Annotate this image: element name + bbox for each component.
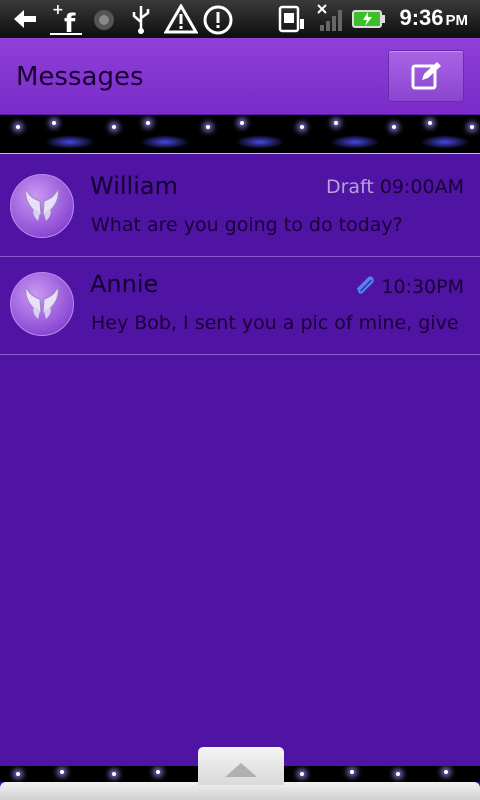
sparkle-glow — [140, 135, 190, 149]
usb-icon — [130, 4, 152, 38]
divider — [0, 153, 480, 154]
message-meta: 10:30PM — [353, 274, 464, 301]
app-header: Messages — [0, 38, 480, 115]
compose-icon — [411, 62, 441, 90]
sparkle-icon — [428, 121, 432, 125]
wings-icon — [25, 285, 59, 319]
contact-name: Annie — [90, 270, 159, 298]
status-bar: + f 9:36 PM — [0, 0, 480, 40]
battery-charging-icon — [352, 9, 386, 33]
warning-icon — [163, 2, 199, 38]
message-time: 10:30PM — [381, 276, 464, 298]
sparkle-icon — [16, 125, 20, 129]
svg-text:f: f — [64, 9, 76, 36]
sparkle-icon — [60, 770, 64, 774]
wings-icon — [25, 187, 59, 221]
sparkle-icon — [444, 770, 448, 774]
sparkle-icon — [156, 770, 160, 774]
sim-icon — [278, 5, 306, 37]
compose-button[interactable] — [388, 50, 464, 102]
sparkle-icon — [300, 772, 304, 776]
message-preview: Hey Bob, I sent you a pic of mine, give … — [91, 312, 465, 334]
sparkle-glow — [330, 135, 380, 149]
sparkle-icon — [392, 125, 396, 129]
sparkle-glow — [420, 135, 470, 149]
record-icon — [93, 9, 115, 35]
message-meta: Draft 09:00AM — [326, 176, 464, 198]
sparkle-icon — [396, 772, 400, 776]
no-signal-icon — [316, 3, 346, 37]
decorative-sparkle-band — [0, 115, 480, 153]
status-clock: 9:36 PM — [399, 5, 468, 30]
draft-label: Draft — [325, 176, 374, 198]
svg-text:+: + — [52, 2, 64, 18]
conversation-row-annie[interactable]: Annie 10:30PM Hey Bob, I sent you a pic … — [0, 256, 480, 355]
sparkle-icon — [300, 125, 304, 129]
sparkle-icon — [350, 770, 354, 774]
sparkle-icon — [146, 121, 150, 125]
sparkle-glow — [235, 135, 285, 149]
sparkle-icon — [206, 125, 210, 129]
page-title: Messages — [16, 62, 144, 92]
sparkle-icon — [240, 121, 244, 125]
sparkle-icon — [470, 125, 474, 129]
message-preview: What are you going to do today? — [91, 214, 403, 236]
chevron-up-icon — [225, 763, 257, 777]
sparkle-icon — [112, 125, 116, 129]
attachment-icon — [353, 274, 375, 301]
sparkle-icon — [112, 772, 116, 776]
drawer-handle[interactable] — [198, 747, 284, 785]
sparkle-icon — [52, 121, 56, 125]
sparkle-icon — [334, 121, 338, 125]
contact-name: William — [90, 172, 178, 200]
message-time: 09:00AM — [379, 176, 464, 198]
alert-icon — [202, 4, 234, 40]
avatar[interactable] — [10, 174, 74, 238]
avatar[interactable] — [10, 272, 74, 336]
back-arrow-icon — [12, 8, 38, 34]
conversation-row-william[interactable]: William Draft 09:00AM What are you going … — [0, 158, 480, 257]
facebook-icon: + f — [50, 2, 82, 40]
sparkle-icon — [16, 772, 20, 776]
sparkle-glow — [45, 135, 95, 149]
